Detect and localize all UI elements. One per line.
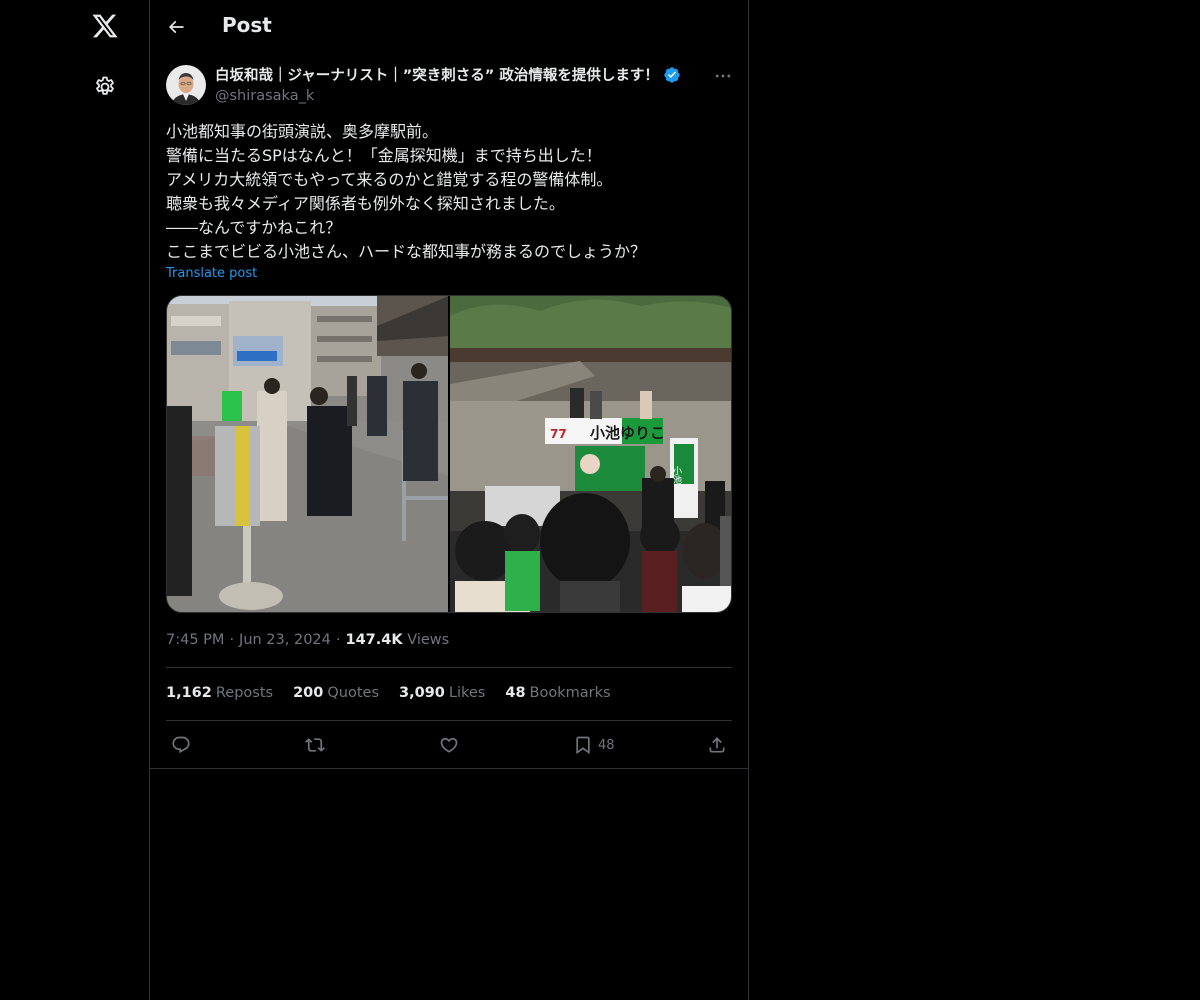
quotes-label: Quotes — [327, 685, 380, 701]
verified-badge-icon[interactable] — [663, 66, 681, 84]
quotes-count: 200 — [293, 685, 324, 701]
back-arrow-icon[interactable] — [164, 15, 188, 39]
x-logo-icon[interactable] — [90, 11, 120, 41]
post-text-line: ――なんですかねこれ？ — [166, 218, 342, 237]
reply-icon — [172, 736, 190, 754]
repost-icon — [305, 738, 325, 752]
bookmark-icon — [576, 736, 590, 755]
divider — [150, 768, 748, 769]
divider — [166, 720, 732, 721]
left-nav — [0, 0, 150, 1000]
post-text-line: 警備に当たるSPはなんと！「金属探知機」まで持ち出した！ — [166, 146, 602, 165]
likes-label: Likes — [448, 685, 486, 701]
author-handle[interactable]: @shirasaka_k — [215, 88, 695, 104]
reposts-label: Reposts — [215, 685, 274, 701]
gear-icon[interactable] — [91, 73, 119, 101]
author-name[interactable]: 白坂和哉｜ジャーナリスト｜”突き刺さる” 政治情報を提供します！ — [215, 64, 681, 85]
avatar[interactable] — [166, 65, 206, 105]
post-media: 77 小池ゆりこ 小池 — [166, 295, 732, 613]
views-count: 147.4K — [345, 632, 403, 648]
likes-stat[interactable]: 3,090 Likes — [399, 685, 485, 701]
heart-icon — [440, 737, 458, 753]
post-text-line: ここまでビビる小池さん、ハードな都知事が務まるのでしょうか？ — [166, 242, 647, 261]
share-icon — [709, 737, 725, 753]
action-bar: 48 — [166, 733, 732, 759]
post-text-line: 小池都知事の街頭演説、奥多摩駅前。 — [166, 122, 439, 141]
quotes-stat[interactable]: 200 Quotes — [293, 685, 379, 701]
likes-count: 3,090 — [399, 685, 445, 701]
like-button[interactable] — [439, 733, 459, 757]
bookmarks-stat[interactable]: 48 Bookmarks — [505, 685, 610, 701]
views-label: Views — [407, 632, 450, 648]
post-text-line: 聴衆も我々メディア関係者も例外なく探知されました。 — [166, 194, 565, 213]
post-text-line: アメリカ大統領でもやって来るのかと錯覚する程の警備体制。 — [166, 170, 613, 189]
reposts-count: 1,162 — [166, 685, 212, 701]
page-title: Post — [222, 13, 272, 37]
reply-button[interactable] — [171, 733, 191, 757]
reposts-stat[interactable]: 1,162 Reposts — [166, 685, 273, 701]
bookmarks-count: 48 — [505, 685, 526, 701]
post-header: Post — [150, 0, 748, 54]
post-meta: 7:45 PM · Jun 23, 2024 · 147.4K Views — [166, 632, 450, 648]
translate-post-link[interactable]: Translate post — [166, 266, 257, 281]
share-button[interactable] — [707, 733, 727, 757]
more-options-icon[interactable] — [712, 65, 734, 87]
divider — [166, 667, 732, 668]
photo-left[interactable] — [167, 296, 448, 612]
repost-button[interactable] — [305, 733, 325, 757]
poster-vertical-text: 小池 — [671, 466, 682, 484]
bookmarks-label: Bookmarks — [529, 685, 611, 701]
banner-number: 77 — [550, 427, 567, 441]
engagement-stats: 1,162 Reposts 200 Quotes 3,090 Likes 48 Book… — [166, 685, 611, 701]
post-time[interactable]: 7:45 PM — [166, 632, 224, 648]
banner-text: 小池ゆりこ — [590, 424, 665, 442]
author-block: 白坂和哉｜ジャーナリスト｜”突き刺さる” 政治情報を提供します！ @shiras… — [215, 64, 695, 104]
main-column: Post 白坂和哉｜ジャーナリスト｜”突き刺さる” 政治情報を提供します！ @s… — [149, 0, 749, 1000]
post-text: 小池都知事の街頭演説、奥多摩駅前。 警備に当たるSPはなんと！「金属探知機」まで… — [166, 120, 736, 264]
post-date[interactable]: Jun 23, 2024 — [239, 632, 331, 648]
photo-right[interactable]: 77 小池ゆりこ 小池 — [450, 296, 731, 612]
bookmark-button[interactable]: 48 — [573, 733, 615, 757]
author-name-text: 白坂和哉｜ジャーナリスト｜”突き刺さる” 政治情報を提供します！ — [215, 68, 659, 84]
bookmark-count: 48 — [598, 737, 615, 753]
